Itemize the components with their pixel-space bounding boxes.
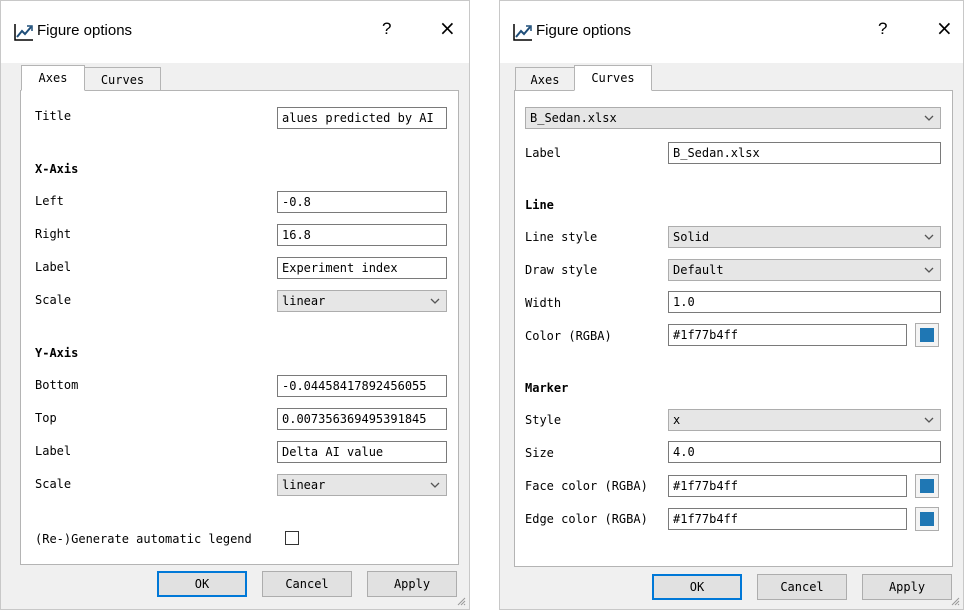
window-title: Figure options [37,22,133,39]
face-color-swatch[interactable] [915,474,939,498]
tab-curves[interactable]: Curves [84,67,161,91]
ok-button[interactable]: OK [157,571,247,597]
x-label-label: Label [35,260,72,274]
y-top-label: Top [35,411,57,425]
y-bottom-input[interactable]: -0.04458417892456055 [277,375,447,397]
line-color-input[interactable]: #1f77b4ff [668,324,907,346]
y-scale-select[interactable]: linear [277,474,447,496]
tab-curves[interactable]: Curves [574,65,652,91]
line-color-label: Color (RGBA) [525,329,612,343]
title-bar: Figure options ? × [500,1,963,63]
help-button[interactable]: ? [878,19,887,39]
line-chart-icon [14,24,33,41]
marker-size-label: Size [525,446,554,460]
x-scale-label: Scale [35,293,72,307]
marker-style-select[interactable]: x [668,409,941,431]
curve-select-value: B_Sedan.xlsx [530,111,617,125]
apply-button[interactable]: Apply [862,574,952,600]
draw-style-label: Draw style [525,263,598,277]
draw-style-select[interactable]: Default [668,259,941,281]
line-chart-icon [513,24,532,41]
y-axis-heading: Y-Axis [35,346,79,360]
x-scale-value: linear [282,294,326,308]
marker-heading: Marker [525,381,569,395]
chevron-down-icon [924,267,934,273]
y-label-label: Label [35,444,72,458]
figure-options-dialog-axes: Figure options ? × Axes Curves Title alu… [0,0,470,610]
face-color-input[interactable]: #1f77b4ff [668,475,907,497]
title-bar: Figure options ? × [1,1,469,63]
y-label-input[interactable]: Delta AI value [277,441,447,463]
x-left-label: Left [35,194,64,208]
x-scale-select[interactable]: linear [277,290,447,312]
legend-checkbox[interactable] [285,531,299,545]
legend-checkbox-label: (Re-)Generate automatic legend [35,532,252,546]
title-input[interactable]: alues predicted by AI [277,107,447,129]
y-scale-value: linear [282,478,326,492]
x-label-input[interactable]: Experiment index [277,257,447,279]
figure-options-dialog-curves: Figure options ? × Axes Curves B_Sedan.x… [499,0,964,610]
line-style-select[interactable]: Solid [668,226,941,248]
chevron-down-icon [430,298,440,304]
resize-grip-icon[interactable] [456,596,466,606]
x-right-input[interactable]: 16.8 [277,224,447,246]
line-width-label: Width [525,296,562,310]
ok-button[interactable]: OK [652,574,742,600]
x-axis-heading: X-Axis [35,162,79,176]
y-bottom-label: Bottom [35,378,79,392]
edge-color-input[interactable]: #1f77b4ff [668,508,907,530]
chevron-down-icon [924,417,934,423]
line-color-swatch[interactable] [915,323,939,347]
help-button[interactable]: ? [382,19,391,39]
title-label: Title [35,109,72,123]
resize-grip-icon[interactable] [950,596,960,606]
y-scale-label: Scale [35,477,72,491]
cancel-button[interactable]: Cancel [757,574,847,600]
line-heading: Line [525,198,554,212]
edge-color-label: Edge color (RGBA) [525,512,648,526]
tab-axes[interactable]: Axes [515,67,575,91]
chevron-down-icon [430,482,440,488]
line-style-label: Line style [525,230,598,244]
curve-select[interactable]: B_Sedan.xlsx [525,107,941,129]
edge-color-swatch[interactable] [915,507,939,531]
x-left-input[interactable]: -0.8 [277,191,447,213]
curve-label-label: Label [525,146,562,160]
close-button[interactable]: × [936,16,953,40]
line-width-input[interactable]: 1.0 [668,291,941,313]
marker-style-label: Style [525,413,562,427]
chevron-down-icon [924,115,934,121]
draw-style-value: Default [673,263,724,277]
curve-label-input[interactable]: B_Sedan.xlsx [668,142,941,164]
line-style-value: Solid [673,230,710,244]
apply-button[interactable]: Apply [367,571,457,597]
close-button[interactable]: × [439,16,456,40]
marker-style-value: x [673,413,681,427]
cancel-button[interactable]: Cancel [262,571,352,597]
face-color-label: Face color (RGBA) [525,479,648,493]
axes-panel: Title alues predicted by AI X-Axis Left … [20,90,459,565]
marker-size-input[interactable]: 4.0 [668,441,941,463]
window-title: Figure options [536,22,632,39]
x-right-label: Right [35,227,72,241]
y-top-input[interactable]: 0.007356369495391845 [277,408,447,430]
chevron-down-icon [924,234,934,240]
curves-panel: B_Sedan.xlsx Label B_Sedan.xlsx Line Lin… [514,90,953,567]
tab-axes[interactable]: Axes [21,65,85,91]
